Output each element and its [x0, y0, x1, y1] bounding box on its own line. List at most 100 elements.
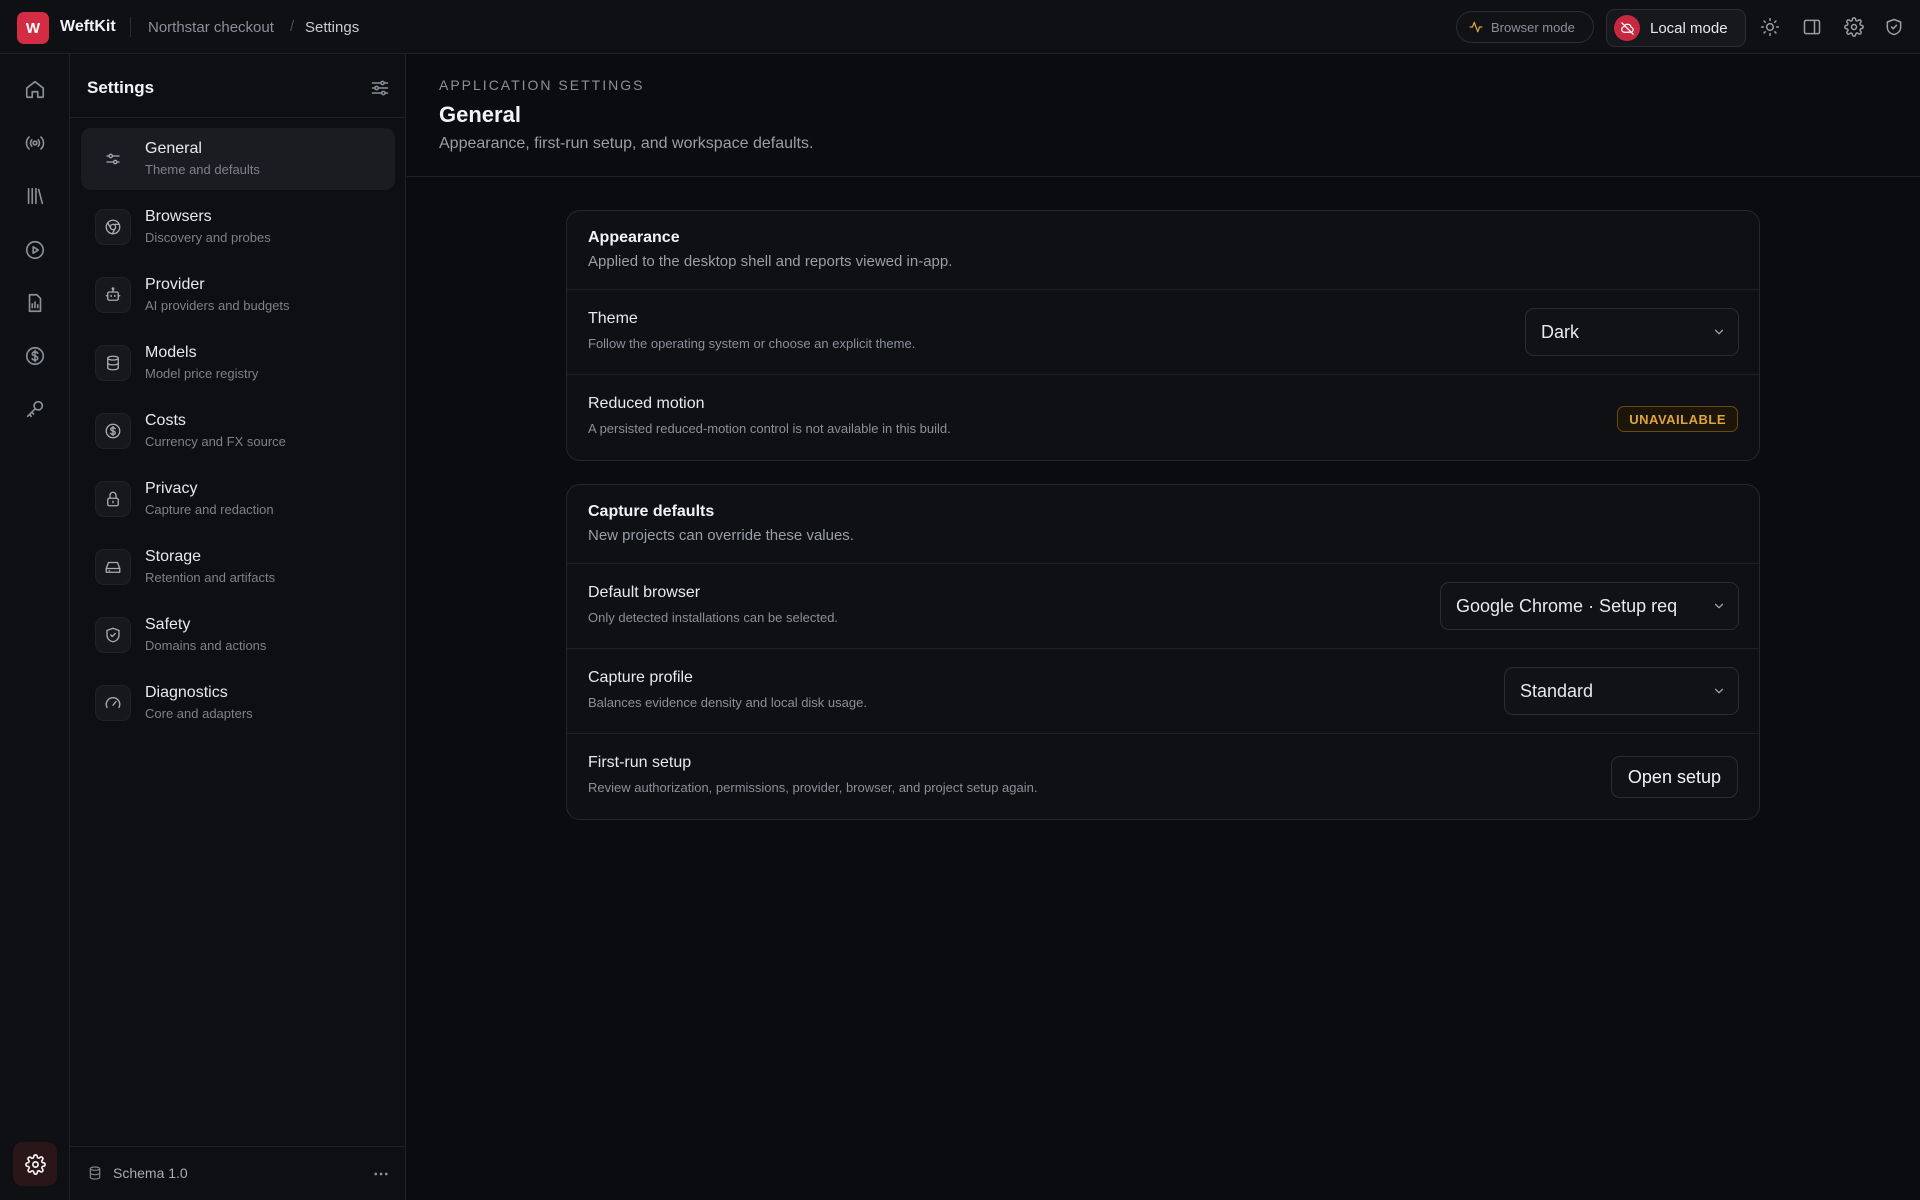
nav-item-sub: Theme and defaults [145, 162, 260, 177]
nav-item-general[interactable]: General Theme and defaults [81, 128, 395, 190]
default-browser-row: Default browser Only detected installati… [567, 564, 1759, 649]
card-subtitle: New projects can override these values. [588, 527, 854, 544]
page-header: APPLICATION SETTINGS General Appearance,… [407, 54, 1920, 177]
divider [70, 117, 405, 118]
card-header: Capture defaults New projects can overri… [567, 485, 1759, 564]
page-subtitle: Appearance, first-run setup, and workspa… [439, 135, 814, 152]
app-logo[interactable]: W [17, 12, 49, 44]
nav-item-sub: Capture and redaction [145, 502, 274, 517]
nav-item-label: Diagnostics [145, 684, 228, 701]
nav-item-provider[interactable]: Provider AI providers and budgets [81, 264, 395, 326]
default-browser-select[interactable]: Google Chrome · Setup req [1440, 582, 1739, 630]
divider [130, 17, 131, 37]
row-title: First-run setup [588, 754, 692, 771]
database-icon [95, 345, 131, 381]
nav-item-sub: Discovery and probes [145, 230, 271, 245]
unavailable-badge: UNAVAILABLE [1617, 406, 1738, 432]
sliders-icon [95, 141, 131, 177]
nav-item-label: General [145, 140, 202, 157]
chevron-down-icon [1700, 583, 1738, 629]
sun-icon[interactable] [1760, 17, 1780, 37]
nav-item-browsers[interactable]: Browsers Discovery and probes [81, 196, 395, 258]
nav-item-label: Costs [145, 412, 186, 429]
sidebar-panel-icon[interactable] [1802, 17, 1822, 37]
cloud-off-icon [1614, 15, 1640, 41]
nav-item-label: Models [145, 344, 197, 361]
local-mode-label: Local mode [1650, 19, 1728, 37]
first-run-row: First-run setup Review authorization, pe… [567, 734, 1759, 819]
reduced-motion-row: Reduced motion A persisted reduced-motio… [567, 375, 1759, 460]
local-mode-button[interactable]: Local mode [1606, 9, 1746, 47]
nav-item-label: Safety [145, 616, 191, 633]
dollar-circle-icon [95, 413, 131, 449]
nav-item-sub: Currency and FX source [145, 434, 286, 449]
browser-mode-label: Browser mode [1491, 19, 1575, 35]
nav-item-models[interactable]: Models Model price registry [81, 332, 395, 394]
capture-profile-select[interactable]: Standard [1504, 667, 1739, 715]
row-subtitle: Balances evidence density and local disk… [588, 695, 867, 710]
app-window: W WeftKit Northstar checkout / Settings … [0, 0, 1920, 1200]
row-title: Capture profile [588, 669, 693, 686]
filter-sliders-icon[interactable] [370, 78, 390, 98]
dollar-circle-icon[interactable] [24, 345, 46, 367]
nav-item-storage[interactable]: Storage Retention and artifacts [81, 536, 395, 598]
chrome-icon [95, 209, 131, 245]
nav-item-diagnostics[interactable]: Diagnostics Core and adapters [81, 672, 395, 734]
card-subtitle: Applied to the desktop shell and reports… [588, 253, 953, 270]
gear-icon [24, 1153, 46, 1175]
row-subtitle: Follow the operating system or choose an… [588, 336, 916, 351]
page-title: General [439, 102, 521, 127]
chevron-down-icon [1700, 309, 1738, 355]
play-circle-icon[interactable] [24, 239, 46, 261]
select-value: Standard [1520, 681, 1594, 701]
rail-settings-button[interactable] [13, 1142, 57, 1186]
nav-item-sub: Core and adapters [145, 706, 253, 721]
lock-icon [95, 481, 131, 517]
open-setup-button[interactable]: Open setup [1610, 756, 1738, 798]
nav-item-privacy[interactable]: Privacy Capture and redaction [81, 468, 395, 530]
nav-item-label: Provider [145, 276, 205, 293]
row-subtitle: A persisted reduced-motion control is no… [588, 421, 951, 436]
nav-footer: Schema 1.0 [70, 1146, 405, 1200]
app-name: WeftKit [60, 18, 116, 35]
gauge-icon [95, 685, 131, 721]
row-title: Default browser [588, 584, 701, 601]
card-header: Appearance Applied to the desktop shell … [567, 211, 1759, 290]
library-icon[interactable] [24, 185, 46, 207]
broadcast-icon[interactable] [24, 132, 46, 154]
home-icon[interactable] [24, 78, 46, 100]
nav-item-sub: Retention and artifacts [145, 570, 276, 585]
nav-item-label: Storage [145, 548, 202, 565]
breadcrumb-project[interactable]: Northstar checkout [148, 19, 274, 36]
row-title: Theme [588, 310, 638, 327]
nav-item-costs[interactable]: Costs Currency and FX source [81, 400, 395, 462]
key-icon[interactable] [24, 398, 46, 420]
theme-select[interactable]: Dark [1525, 308, 1739, 356]
breadcrumb-separator: / [290, 18, 295, 35]
row-title: Reduced motion [588, 395, 705, 412]
chevron-down-icon [1700, 668, 1738, 714]
schema-version: Schema 1.0 [113, 1165, 188, 1181]
bot-icon [95, 277, 131, 313]
page-eyebrow: APPLICATION SETTINGS [439, 77, 645, 93]
nav-item-sub: AI providers and budgets [145, 298, 290, 313]
main-content: APPLICATION SETTINGS General Appearance,… [407, 54, 1920, 1200]
nav-item-label: Browsers [145, 208, 212, 225]
row-subtitle: Only detected installations can be selec… [588, 610, 839, 625]
top-bar: W WeftKit Northstar checkout / Settings … [0, 0, 1920, 54]
card-title: Capture defaults [588, 503, 715, 520]
breadcrumb-current: Settings [305, 19, 360, 36]
card-title: Appearance [588, 229, 680, 246]
nav-item-safety[interactable]: Safety Domains and actions [81, 604, 395, 666]
nav-item-label: Privacy [145, 480, 198, 497]
hard-drive-icon [95, 549, 131, 585]
report-icon[interactable] [24, 292, 46, 314]
gear-icon[interactable] [1844, 17, 1864, 37]
shield-check-icon[interactable] [1884, 17, 1904, 37]
settings-nav-panel: Settings General Theme and defaults Brow… [70, 54, 406, 1200]
more-horizontal-icon[interactable] [372, 1165, 390, 1183]
shield-check-icon [95, 617, 131, 653]
theme-row: Theme Follow the operating system or cho… [567, 290, 1759, 375]
browser-mode-button[interactable]: Browser mode [1456, 11, 1594, 43]
activity-icon [1469, 20, 1483, 34]
